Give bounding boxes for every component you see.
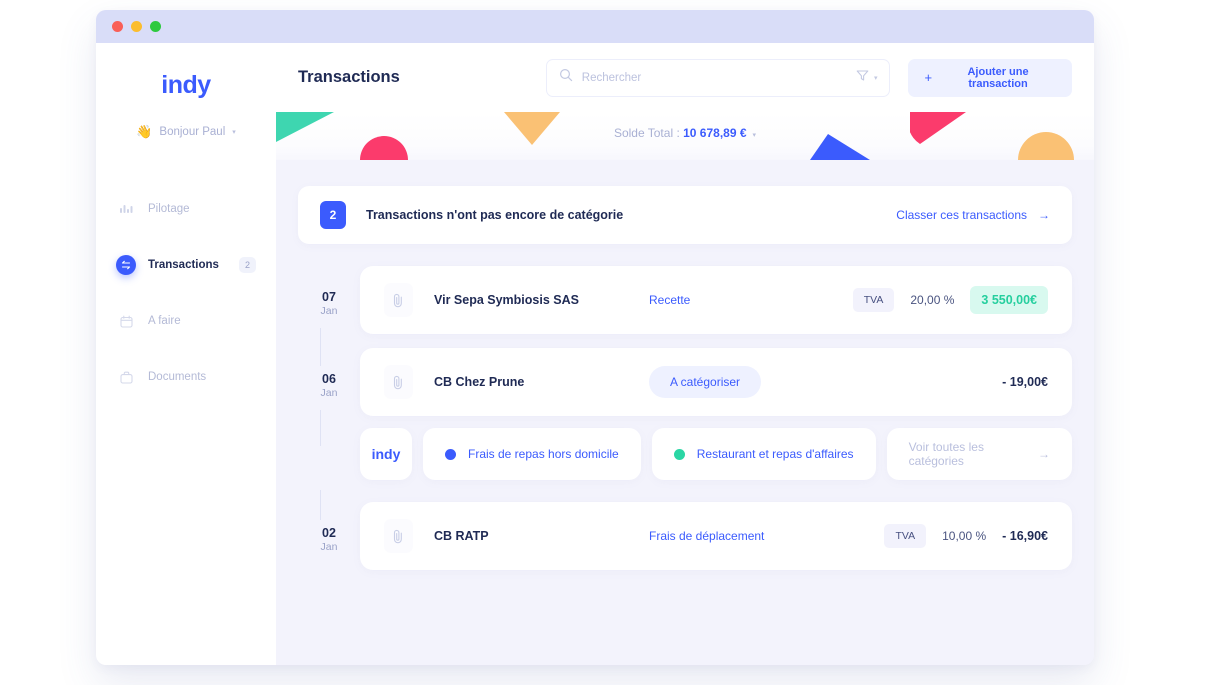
alert-message: Transactions n'ont pas encore de catégor… xyxy=(366,208,624,222)
transaction-day: 02 xyxy=(322,526,336,540)
close-window-button[interactable] xyxy=(112,21,123,32)
transaction-day: 07 xyxy=(322,290,336,304)
tva-chip: TVA xyxy=(884,524,927,548)
sidebar-item-documents[interactable]: Documents xyxy=(116,360,256,394)
sidebar-item-a-faire[interactable]: A faire xyxy=(116,304,256,338)
minimize-window-button[interactable] xyxy=(131,21,142,32)
sidebar-nav: Pilotage Transactions 2 A faire Document… xyxy=(96,192,276,394)
topbar: Transactions Rechercher ▾ + Ajouter une … xyxy=(276,43,1094,112)
confetti-band: Solde Total : 10 678,89 € ▾ xyxy=(276,112,1094,160)
tva-chip: TVA xyxy=(852,288,895,312)
uncategorized-alert-banner: 2 Transactions n'ont pas encore de catég… xyxy=(298,186,1072,244)
sidebar-item-pilotage[interactable]: Pilotage xyxy=(116,192,256,226)
transaction-month: Jan xyxy=(320,541,338,553)
category-suggestions-row: indy Frais de repas hors domicile Restau… xyxy=(298,428,1072,490)
classify-transactions-link[interactable]: Classer ces transactions → xyxy=(896,208,1050,222)
suggestion-chip-label: Frais de repas hors domicile xyxy=(468,447,619,461)
bar-chart-icon xyxy=(116,199,136,219)
transaction-date: 06 Jan xyxy=(298,348,360,416)
brand-logo: indy xyxy=(161,71,211,99)
transaction-category[interactable]: Frais de déplacement xyxy=(649,529,764,543)
main-area: Transactions Rechercher ▾ + Ajouter une … xyxy=(276,43,1094,665)
sidebar-item-badge: 2 xyxy=(238,257,256,273)
sidebar-item-label: Documents xyxy=(148,371,207,383)
transaction-amount: - 16,90€ xyxy=(1002,529,1048,543)
see-all-label: Voir toutes les catégories xyxy=(908,440,984,468)
app-window: indy 👋 Bonjour Paul ▾ Pilotage Transacti… xyxy=(96,10,1094,665)
tva-rate: 10,00 % xyxy=(942,529,987,543)
window-titlebar xyxy=(96,10,1094,43)
suggestion-chip-restaurant[interactable]: Restaurant et repas d'affaires xyxy=(651,428,876,480)
transaction-card[interactable]: CB Chez Prune A catégoriser - 19,00€ xyxy=(360,348,1072,416)
transaction-date: 02 Jan xyxy=(298,502,360,570)
transaction-category[interactable]: Recette xyxy=(649,293,690,307)
suggestion-chip-label: Restaurant et repas d'affaires xyxy=(696,447,854,461)
transaction-amount: - 19,00€ xyxy=(1002,375,1048,389)
transaction-label: CB Chez Prune xyxy=(434,375,525,389)
greeting-label: Bonjour Paul xyxy=(159,126,226,138)
folder-icon xyxy=(116,367,136,387)
sidebar-item-label: Transactions xyxy=(148,259,219,271)
table-row[interactable]: 02 Jan CB RATP Frais de déplacement TVA … xyxy=(298,502,1072,570)
transaction-card[interactable]: Vir Sepa Symbiosis SAS Recette TVA 20,00… xyxy=(360,266,1072,334)
paperclip-icon[interactable] xyxy=(384,283,413,317)
transactions-content: 2 Transactions n'ont pas encore de catég… xyxy=(276,160,1094,665)
sidebar-item-label: A faire xyxy=(148,315,181,327)
arrow-right-icon: → xyxy=(1038,208,1050,222)
plus-icon: + xyxy=(924,70,933,85)
transaction-label: Vir Sepa Symbiosis SAS xyxy=(434,293,579,307)
transaction-month: Jan xyxy=(320,387,338,399)
chevron-down-icon: ▾ xyxy=(232,129,236,136)
indy-suggestion-logo: indy xyxy=(360,428,412,480)
paperclip-icon[interactable] xyxy=(384,519,413,553)
calendar-icon xyxy=(116,311,136,331)
transfer-icon xyxy=(116,255,136,275)
window-body: indy 👋 Bonjour Paul ▾ Pilotage Transacti… xyxy=(96,43,1094,665)
filter-icon xyxy=(856,69,869,87)
classify-link-label: Classer ces transactions xyxy=(896,208,1027,222)
sidebar-item-transactions[interactable]: Transactions 2 xyxy=(116,248,256,282)
page-title: Transactions xyxy=(298,68,400,86)
brand-logo-wrap[interactable]: indy xyxy=(96,43,276,100)
transaction-day: 06 xyxy=(322,372,336,386)
alert-count-badge: 2 xyxy=(320,201,346,229)
zoom-window-button[interactable] xyxy=(150,21,161,32)
suggestion-chip-frais-repas[interactable]: Frais de repas hors domicile xyxy=(423,428,641,480)
categorize-button[interactable]: A catégoriser xyxy=(649,366,762,398)
category-color-dot xyxy=(445,448,456,460)
sidebar-item-label: Pilotage xyxy=(148,203,190,215)
chevron-down-icon: ▾ xyxy=(873,74,878,82)
add-transaction-button[interactable]: + Ajouter une transaction xyxy=(908,58,1072,97)
balance-amount: 10 678,89 € xyxy=(683,126,747,140)
timeline-gap xyxy=(298,428,360,490)
search-input[interactable] xyxy=(581,71,847,84)
total-balance[interactable]: Solde Total : 10 678,89 € ▾ xyxy=(276,126,1094,140)
filter-control[interactable]: ▾ xyxy=(856,69,878,87)
arrow-right-icon: → xyxy=(1038,447,1050,461)
transaction-date: 07 Jan xyxy=(298,266,360,334)
transaction-label: CB RATP xyxy=(434,529,489,543)
table-row[interactable]: 07 Jan Vir Sepa Symbiosis SAS Recette TV… xyxy=(298,266,1072,334)
transactions-timeline: 07 Jan Vir Sepa Symbiosis SAS Recette TV… xyxy=(298,266,1072,570)
balance-label: Solde Total : xyxy=(613,126,684,140)
see-all-categories-button[interactable]: Voir toutes les catégories → xyxy=(886,428,1072,480)
suggestion-chips: indy Frais de repas hors domicile Restau… xyxy=(360,428,1072,480)
add-transaction-label: Ajouter une transaction xyxy=(967,65,1029,90)
user-greeting[interactable]: 👋 Bonjour Paul ▾ xyxy=(96,124,276,140)
transaction-month: Jan xyxy=(320,305,338,317)
paperclip-icon[interactable] xyxy=(384,365,413,399)
tva-rate: 20,00 % xyxy=(910,293,955,307)
chevron-down-icon: ▾ xyxy=(752,132,757,139)
search-icon xyxy=(559,68,573,87)
sidebar: indy 👋 Bonjour Paul ▾ Pilotage Transacti… xyxy=(96,43,276,665)
table-row[interactable]: 06 Jan CB Chez Prune A catégoriser - 19,… xyxy=(298,348,1072,416)
search-box[interactable]: ▾ xyxy=(545,58,891,97)
category-color-dot xyxy=(673,448,685,460)
waving-hand-icon: 👋 xyxy=(136,124,153,139)
transaction-card[interactable]: CB RATP Frais de déplacement TVA 10,00 %… xyxy=(360,502,1072,570)
transaction-amount: 3 550,00€ xyxy=(970,286,1048,314)
